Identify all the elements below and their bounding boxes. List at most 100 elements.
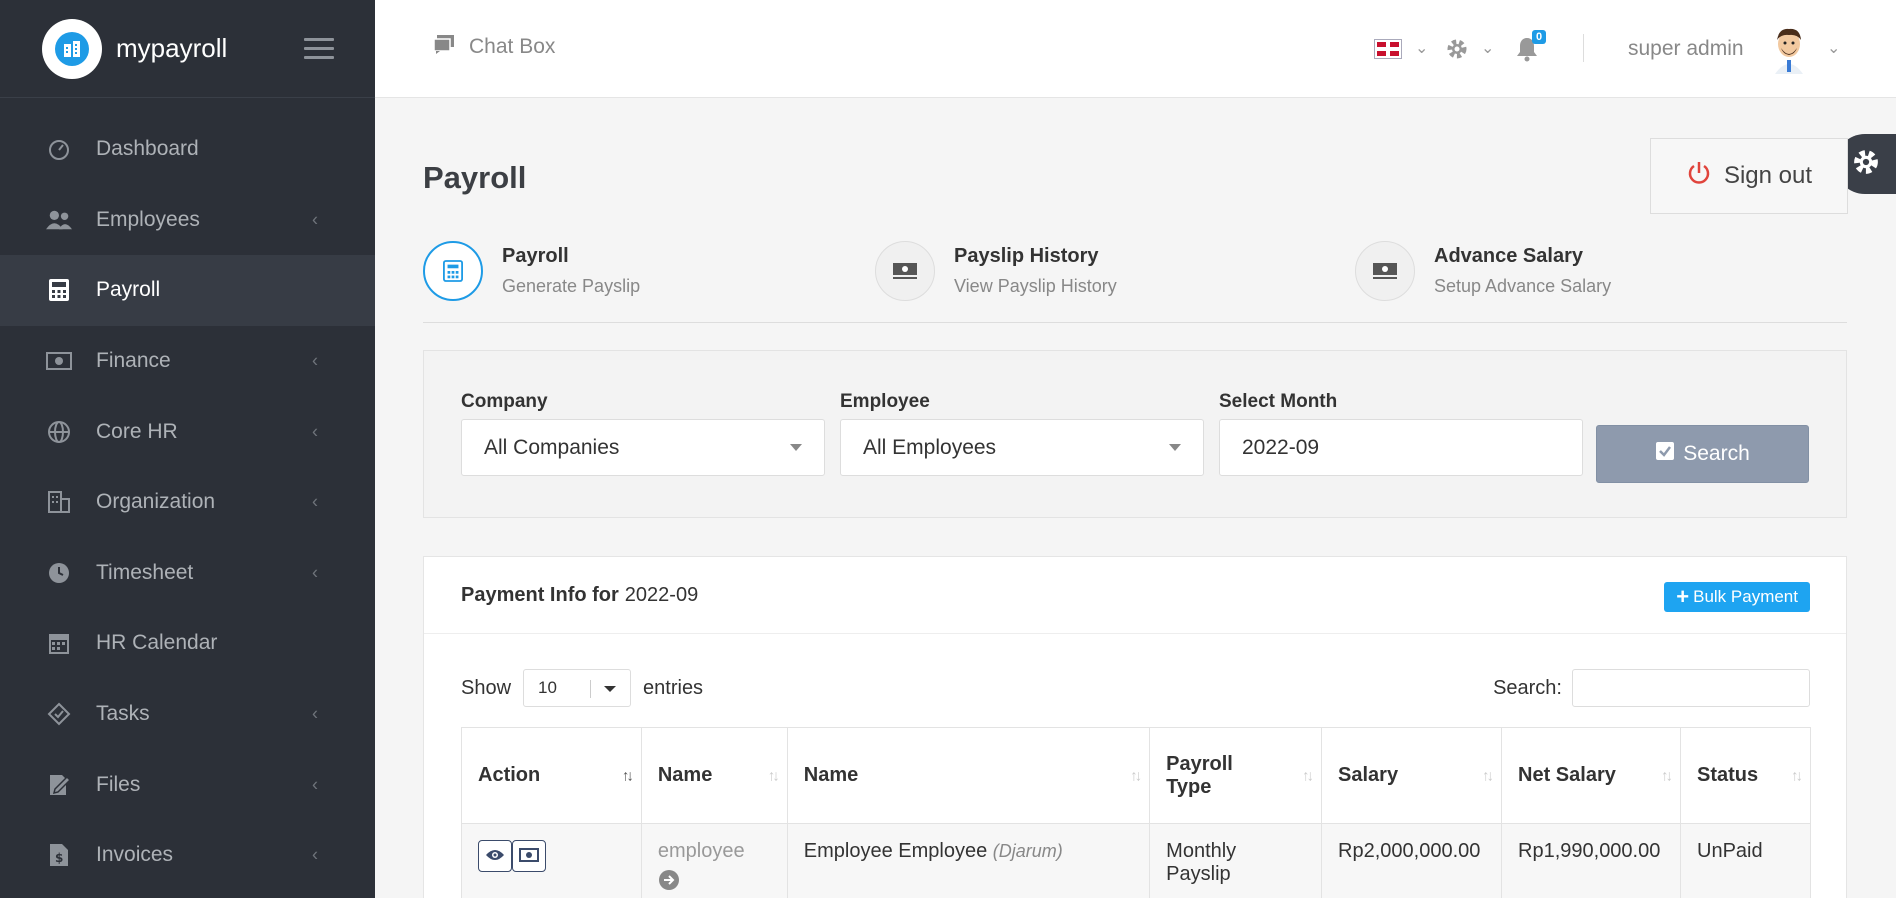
employee-select[interactable]: All Employees: [840, 419, 1204, 476]
sidebar-item-invoices[interactable]: $ Invoices ‹: [0, 820, 375, 891]
status-cell: UnPaid: [1680, 823, 1811, 898]
sidebar-item-tasks[interactable]: Tasks ‹: [0, 679, 375, 750]
employee-fullname: Employee Employee: [803, 840, 988, 862]
chevron-left-icon: ‹: [312, 703, 318, 724]
table-row: employee Employee Employee (Djarum) Mont…: [461, 823, 1811, 898]
sidebar-item-label: HR Calendar: [96, 631, 218, 655]
sidebar-item-label: Finance: [96, 349, 171, 373]
gear-icon[interactable]: [1445, 37, 1469, 66]
notification-badge: 0: [1532, 30, 1547, 44]
tasks-icon: [46, 701, 72, 727]
step-payslip-history[interactable]: Payslip History View Payslip History: [875, 241, 1117, 301]
calculator-icon: [46, 277, 72, 303]
column-header-payroll-type[interactable]: Payroll Type ↑↓: [1149, 727, 1323, 824]
entries-label: entries: [643, 676, 704, 699]
sign-out-label: Sign out: [1723, 162, 1813, 189]
brand-name[interactable]: mypayroll: [116, 33, 227, 64]
table-search-input[interactable]: [1572, 669, 1810, 707]
bulk-payment-button[interactable]: + Bulk Payment: [1664, 582, 1810, 612]
main-content: Payroll Sign out Payroll Generate Paysli…: [375, 98, 1896, 898]
chevron-left-icon: ‹: [312, 844, 318, 865]
entries-select[interactable]: 10: [523, 669, 632, 707]
payroll-table: Action ↑↓ Name ↑↓ Name ↑↓ Payroll Type ↑↓ Sa…: [461, 727, 1811, 898]
table-length-control: Show 10 entries: [461, 669, 703, 707]
column-header-net-salary[interactable]: Net Salary ↑↓: [1501, 727, 1681, 824]
sidebar-item-dashboard[interactable]: Dashboard: [0, 114, 375, 185]
sidebar-item-organization[interactable]: Organization ‹: [0, 467, 375, 538]
avatar[interactable]: [1767, 24, 1811, 74]
caret-down-icon: [1169, 444, 1181, 451]
entries-value: 10: [538, 678, 557, 697]
building-icon: [46, 489, 72, 515]
clock-icon: [46, 560, 72, 586]
company-label: Company: [461, 391, 548, 412]
sidebar-item-label: Timesheet: [96, 560, 194, 584]
step-title: Payslip History: [954, 245, 1099, 267]
sidebar-item-employees[interactable]: Employees ‹: [0, 185, 375, 256]
sidebar-item-core-hr[interactable]: Core HR ‹: [0, 396, 375, 467]
plus-icon: +: [1676, 584, 1690, 609]
company-select[interactable]: All Companies: [461, 419, 825, 476]
sidebar: mypayroll Dashboard Employees ‹ Payroll …: [0, 0, 375, 898]
sidebar-item-hr-calendar[interactable]: HR Calendar: [0, 608, 375, 679]
user-name[interactable]: super admin: [1628, 37, 1744, 61]
card-header: Payment Info for 2022-09 + Bulk Payment: [424, 557, 1846, 634]
sort-icon: ↑↓: [1791, 767, 1803, 784]
language-flag-icon[interactable]: [1374, 39, 1402, 59]
chat-box-label: Chat Box: [469, 35, 556, 58]
menu-toggle-icon[interactable]: [304, 38, 334, 65]
invoice-icon: $: [46, 842, 72, 868]
chevron-down-icon[interactable]: ⌄: [1415, 38, 1428, 58]
view-button[interactable]: [478, 840, 512, 872]
employee-username[interactable]: employee: [658, 840, 745, 862]
show-label: Show: [461, 676, 512, 699]
sidebar-item-finance[interactable]: Finance ‹: [0, 326, 375, 397]
sidebar-item-timesheet[interactable]: Timesheet ‹: [0, 538, 375, 609]
column-header-action[interactable]: Action ↑↓: [461, 727, 642, 824]
step-title: Payroll: [502, 245, 569, 267]
username-cell: employee: [640, 823, 788, 898]
payroll-steps: Payroll Generate Payslip Payslip History…: [423, 241, 1847, 323]
sidebar-nav: Dashboard Employees ‹ Payroll Finance ‹ …: [0, 114, 375, 891]
sidebar-item-files[interactable]: Files ‹: [0, 749, 375, 820]
dashboard-icon: [46, 136, 72, 162]
column-header-status[interactable]: Status ↑↓: [1680, 727, 1811, 824]
action-cell: [461, 823, 642, 898]
sidebar-item-label: Core HR: [96, 419, 178, 443]
step-payroll[interactable]: Payroll Generate Payslip: [423, 241, 640, 301]
sidebar-item-label: Dashboard: [96, 137, 199, 161]
sidebar-item-payroll[interactable]: Payroll: [0, 255, 375, 326]
sort-icon: ↑↓: [767, 767, 780, 784]
table-header-row: Action ↑↓ Name ↑↓ Name ↑↓ Payroll Type ↑↓ Sa…: [461, 727, 1811, 824]
step-subtitle: View Payslip History: [954, 276, 1117, 296]
column-header-name[interactable]: Name ↑↓: [786, 727, 1151, 824]
money-icon: [519, 845, 539, 868]
step-subtitle: Setup Advance Salary: [1434, 276, 1612, 296]
chat-box-link[interactable]: Chat Box: [433, 34, 555, 60]
make-payment-button[interactable]: [512, 840, 546, 872]
chat-icon: [433, 34, 455, 60]
employee-label: Employee: [840, 391, 930, 412]
employee-field: Employee All Employees: [840, 391, 1204, 476]
salary-cell: Rp2,000,000.00: [1321, 823, 1503, 898]
table-search-label: Search:: [1493, 676, 1562, 699]
calendar-icon: [46, 630, 72, 656]
step-advance-salary[interactable]: Advance Salary Setup Advance Salary: [1355, 241, 1611, 301]
page-title: Payroll: [423, 160, 527, 195]
sort-icon: ↑↓: [1661, 767, 1673, 784]
month-input[interactable]: 2022-09: [1219, 419, 1583, 476]
column-header-username[interactable]: Name ↑↓: [640, 727, 788, 824]
chevron-down-icon[interactable]: ⌄: [1481, 38, 1494, 58]
step-title: Advance Salary: [1434, 245, 1583, 267]
chevron-down-icon[interactable]: ⌄: [1827, 38, 1840, 58]
building-logo-icon: [55, 31, 89, 66]
sign-out-button[interactable]: Sign out: [1650, 138, 1848, 214]
arrow-circle-right-icon[interactable]: [658, 870, 680, 896]
search-button[interactable]: Search: [1596, 425, 1809, 483]
payroll-filter-form: Company All Companies Employee All Emplo…: [423, 350, 1847, 518]
table-search: Search:: [1493, 669, 1810, 707]
check-square-icon: [1655, 441, 1675, 467]
brand-logo[interactable]: [42, 18, 102, 79]
chevron-left-icon: ‹: [312, 562, 318, 583]
column-header-salary[interactable]: Salary ↑↓: [1321, 727, 1503, 824]
